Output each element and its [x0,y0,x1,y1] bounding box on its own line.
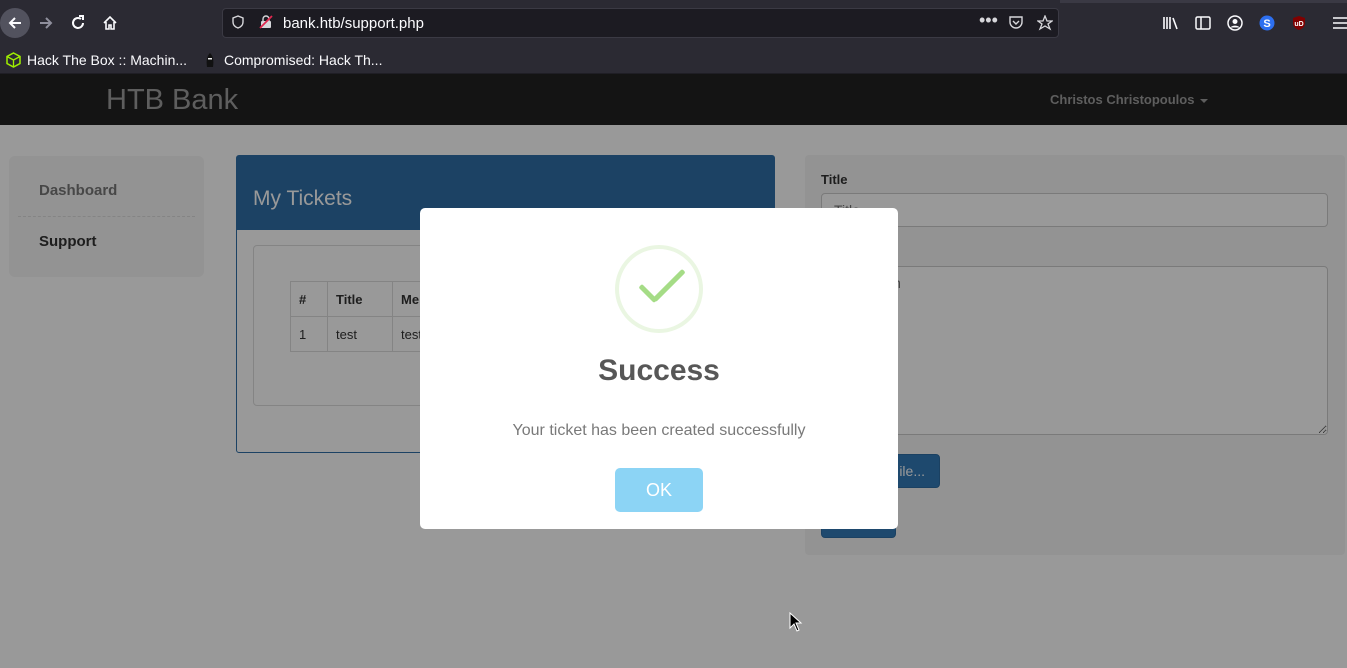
bookmark-label: Compromised: Hack Th... [224,52,383,68]
success-dialog: Success Your ticket has been created suc… [420,208,898,529]
sidebar-toggle-button[interactable] [1188,8,1218,38]
dialog-message: Your ticket has been created successfull… [512,422,806,439]
dialog-title: Success [598,354,720,387]
library-icon [1163,17,1178,30]
bookmark-item[interactable]: Compromised: Hack Th... [202,50,382,70]
pocket-icon[interactable] [1009,15,1023,31]
url-bar[interactable]: bank.htb/support.php ••• [222,8,1059,38]
library-button[interactable] [1156,8,1186,38]
bookmark-item[interactable]: Hack The Box :: Machin... [5,50,187,70]
bookmark-star-icon[interactable] [1036,14,1054,33]
more-actions-icon[interactable]: ••• [979,11,998,29]
bookmark-label: Hack The Box :: Machin... [27,52,188,68]
arrow-left-icon [8,17,21,29]
account-button[interactable] [1220,8,1250,38]
svg-text:uD: uD [1294,21,1303,28]
bookmarks-bar: Hack The Box :: Machin... Compromised: H… [0,46,1347,74]
arrow-right-icon [40,17,53,29]
account-icon [1227,15,1243,31]
ublock-button[interactable]: uD [1284,8,1314,38]
reload-icon [72,15,84,29]
tab-strip-edge [1060,0,1347,3]
success-check-icon [615,245,703,333]
sidebar-icon [1195,16,1211,30]
ublock-shield-icon: uD [1293,16,1305,30]
ok-button[interactable]: OK [615,468,703,512]
s-extension-icon: S [1259,15,1275,31]
home-button[interactable] [95,8,125,38]
extension-s-button[interactable]: S [1252,8,1282,38]
reload-button[interactable] [63,8,93,38]
menu-button[interactable] [1325,8,1347,38]
hackthebox-cube-icon [5,52,21,68]
forward-button[interactable] [31,8,61,38]
url-text[interactable]: bank.htb/support.php [283,15,424,32]
ninja-icon [202,52,218,68]
mouse-pointer-icon [789,612,803,632]
back-button[interactable] [0,8,30,38]
svg-text:S: S [1263,18,1270,30]
insecure-lock-icon[interactable] [259,15,273,31]
shield-icon[interactable] [232,15,244,31]
hamburger-menu-icon [1333,17,1347,29]
home-icon [103,15,117,30]
browser-toolbar: bank.htb/support.php ••• S uD [0,0,1347,46]
